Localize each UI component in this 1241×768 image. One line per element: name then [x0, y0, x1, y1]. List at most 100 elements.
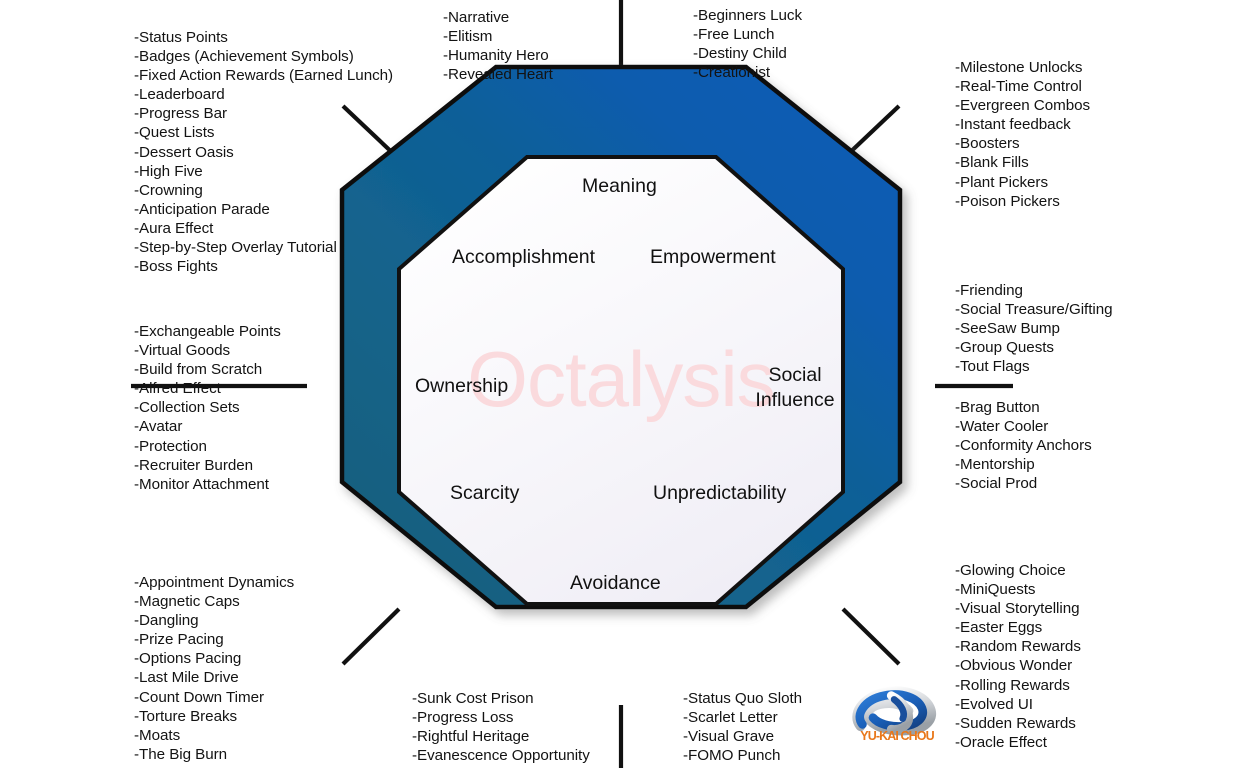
list-item: -Friending — [955, 282, 1023, 299]
list-item: -Blank Fills — [955, 154, 1029, 172]
list-item: -Aura Effect — [134, 219, 214, 237]
core-drive-label-avoidance: Avoidance — [570, 572, 661, 594]
technique-list-scarcity: -Appointment Dynamics -Magnetic Caps -Da… — [134, 573, 294, 764]
list-item: -Crowning — [134, 181, 203, 199]
list-item: -Status Points — [134, 29, 228, 46]
list-item: -Recruiter Burden — [134, 456, 254, 474]
list-item: -Destiny Child — [693, 45, 787, 63]
list-item: -Scarlet Letter — [683, 709, 778, 727]
technique-list-avoidance-right: -Status Quo Sloth -Scarlet Letter -Visua… — [683, 689, 802, 765]
list-item: -Monitor Attachment — [134, 475, 269, 493]
list-item: -Magnetic Caps — [134, 593, 240, 611]
list-item: -Collection Sets — [134, 399, 240, 417]
list-item: -Fixed Action Rewards (Earned Lunch) — [134, 67, 394, 85]
list-item: -Sudden Rewards — [955, 714, 1076, 732]
list-item: -Group Quests — [955, 339, 1054, 357]
list-item: -Exchangeable Points — [134, 323, 281, 340]
list-item: -Mentorship — [955, 456, 1035, 474]
list-item: -Build from Scratch — [134, 361, 263, 379]
technique-list-unpredictability: -Glowing Choice -MiniQuests -Visual Stor… — [955, 561, 1081, 752]
list-item: -Random Rewards — [955, 638, 1081, 656]
list-item: -FOMO Punch — [683, 747, 781, 765]
list-item: -Protection — [134, 437, 207, 455]
technique-list-avoidance-left: -Sunk Cost Prison -Progress Loss -Rightf… — [412, 689, 590, 765]
list-item: -Last Mile Drive — [134, 669, 239, 687]
technique-list-social-influence-bottom: -Brag Button -Water Cooler -Conformity A… — [955, 398, 1092, 493]
list-item: -Options Pacing — [134, 650, 242, 668]
list-item: -Quest Lists — [134, 124, 215, 142]
core-drive-label-unpredictability: Unpredictability — [653, 482, 787, 504]
list-item: -Social Prod — [955, 475, 1038, 493]
list-item: -Alfred Effect — [134, 380, 221, 398]
list-item: -Torture Breaks — [134, 707, 238, 725]
list-item: -Avatar — [134, 418, 183, 436]
octalysis-watermark: Octalysis — [467, 335, 774, 423]
list-item: -Badges (Achievement Symbols) — [134, 48, 354, 66]
list-item: -Step-by-Step Overlay Tutorial — [134, 239, 337, 257]
core-drive-label-meaning: Meaning — [582, 175, 657, 197]
list-item: -Evanescence Opportunity — [412, 747, 590, 765]
yukaichou-logo: YU-KAI CHOU — [845, 683, 949, 751]
technique-list-meaning-right: -Beginners Luck -Free Lunch -Destiny Chi… — [693, 6, 802, 82]
core-drive-label-ownership: Ownership — [415, 375, 509, 397]
list-item: -Creationist — [693, 64, 771, 82]
list-item: -Revealed Heart — [443, 66, 553, 84]
list-item: -Oracle Effect — [955, 733, 1047, 751]
list-item: -Easter Eggs — [955, 619, 1043, 637]
list-item: -Appointment Dynamics — [134, 574, 295, 591]
list-item: -Water Cooler — [955, 418, 1049, 436]
technique-list-social-influence-top: -Friending -Social Treasure/Gifting -See… — [955, 281, 1113, 376]
list-item: -Count Down Timer — [134, 688, 264, 706]
core-drive-label-accomplishment: Accomplishment — [452, 246, 596, 268]
list-item: -Prize Pacing — [134, 631, 224, 649]
list-item: -MiniQuests — [955, 581, 1036, 599]
list-item: -Virtual Goods — [134, 342, 231, 360]
list-item: -Humanity Hero — [443, 47, 549, 65]
list-item: -The Big Burn — [134, 745, 228, 763]
core-drive-label-empowerment: Empowerment — [650, 246, 776, 268]
list-item: -Evergreen Combos — [955, 97, 1091, 115]
connector-unpredictability — [841, 607, 901, 666]
list-item: -Leaderboard — [134, 86, 225, 104]
list-item: -Progress Loss — [412, 709, 514, 727]
logo-wordmark: YU-KAI CHOU — [860, 729, 934, 743]
list-item: -Dessert Oasis — [134, 143, 234, 161]
core-drive-label-scarcity: Scarcity — [450, 482, 520, 504]
list-item: -Rightful Heritage — [412, 728, 530, 746]
list-item: -Rolling Rewards — [955, 676, 1070, 694]
list-item: -Real-Time Control — [955, 78, 1082, 96]
list-item: -Status Quo Sloth — [683, 690, 803, 707]
list-item: -Anticipation Parade — [134, 200, 270, 218]
social-influence-line-2: Influence — [755, 389, 835, 411]
list-item: -Dangling — [134, 612, 199, 630]
list-item: -Glowing Choice — [955, 562, 1066, 579]
list-item: -Social Treasure/Gifting — [955, 301, 1113, 319]
list-item: -Visual Grave — [683, 728, 775, 746]
list-item: -Poison Pickers — [955, 192, 1060, 210]
list-item: -Elitism — [443, 28, 493, 46]
list-item: -Visual Storytelling — [955, 600, 1080, 618]
list-item: -Free Lunch — [693, 26, 775, 44]
list-item: -Boss Fights — [134, 258, 218, 276]
list-item: -Brag Button — [955, 399, 1040, 416]
list-item: -Tout Flags — [955, 358, 1030, 376]
list-item: -Milestone Unlocks — [955, 59, 1083, 76]
list-item: -Evolved UI — [955, 695, 1033, 713]
list-item: -Narrative — [443, 9, 510, 26]
list-item: -High Five — [134, 162, 203, 180]
list-item: -SeeSaw Bump — [955, 320, 1060, 338]
technique-list-empowerment: -Milestone Unlocks -Real-Time Control -E… — [955, 58, 1090, 211]
list-item: -Conformity Anchors — [955, 437, 1092, 455]
list-item: -Moats — [134, 726, 181, 744]
list-item: -Boosters — [955, 135, 1020, 153]
technique-list-accomplishment: -Status Points -Badges (Achievement Symb… — [134, 28, 393, 276]
list-item: -Obvious Wonder — [955, 657, 1073, 675]
octalysis-diagram-canvas: Octalysis YU-KAI CHOU Meaning Accomplish… — [0, 0, 1241, 768]
social-influence-line-1: Social — [768, 364, 822, 386]
core-drive-label-social-influence: Social Influence — [740, 363, 850, 413]
technique-list-ownership: -Exchangeable Points -Virtual Goods -Bui… — [134, 322, 281, 494]
list-item: -Instant feedback — [955, 116, 1071, 134]
list-item: -Plant Pickers — [955, 173, 1048, 191]
connector-scarcity — [341, 607, 401, 666]
list-item: -Progress Bar — [134, 105, 228, 123]
